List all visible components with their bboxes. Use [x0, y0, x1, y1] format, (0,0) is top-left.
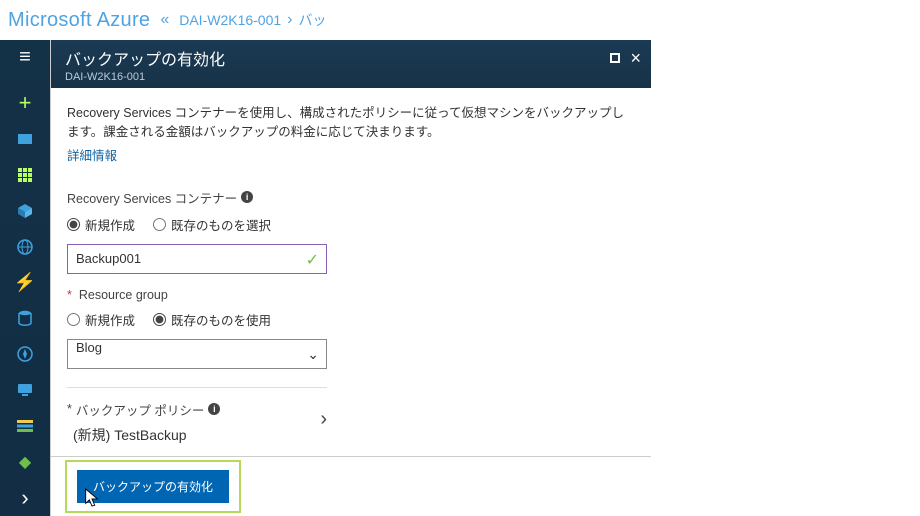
info-icon[interactable]: i — [241, 191, 253, 203]
nav-expand-icon[interactable]: › — [0, 480, 50, 516]
nav-monitor-icon[interactable] — [0, 372, 50, 408]
nav-create-icon[interactable]: + — [0, 85, 50, 121]
nav-sql-icon[interactable] — [0, 301, 50, 337]
container-radio-new[interactable]: 新規作成 — [67, 215, 135, 234]
blade-subtitle: DAI-W2K16-001 — [65, 71, 637, 83]
nav-compass-icon[interactable] — [0, 336, 50, 372]
container-radio-new-label: 新規作成 — [85, 215, 135, 234]
top-bar: Microsoft Azure « DAI-W2K16-001 › バッ — [0, 0, 920, 40]
policy-label-text: バックアップ ポリシー — [76, 400, 204, 419]
rg-label-text: Resource group — [79, 288, 168, 302]
required-asterisk: * — [67, 402, 72, 416]
info-icon[interactable]: i — [208, 403, 220, 415]
details-link[interactable]: 詳細情報 — [67, 145, 117, 164]
policy-value: (新規) TestBackup — [67, 425, 327, 445]
container-radio-new-input[interactable] — [67, 218, 80, 231]
backup-enable-blade: バックアップの有効化 DAI-W2K16-001 × Recovery Serv… — [50, 40, 651, 516]
restore-window-icon[interactable] — [610, 50, 620, 66]
breadcrumb-truncated[interactable]: バッ — [299, 10, 327, 30]
breadcrumb-collapse-icon[interactable]: « — [160, 11, 169, 29]
rg-select-wrap: Blog ⌄ — [67, 339, 327, 369]
left-nav: ≡ + ⚡ ◆ › — [0, 40, 50, 516]
blank-area — [651, 40, 920, 516]
container-label: Recovery Services コンテナー i — [67, 188, 635, 207]
brand-label[interactable]: Microsoft Azure — [8, 9, 150, 32]
close-icon[interactable]: × — [630, 53, 641, 63]
rg-radio-existing[interactable]: 既存のものを使用 — [153, 310, 271, 329]
rg-select[interactable]: Blog — [67, 339, 327, 369]
container-label-text: Recovery Services コンテナー — [67, 188, 237, 207]
enable-button-highlight: バックアップの有効化 — [65, 460, 241, 513]
rg-select-value: Blog — [76, 340, 102, 355]
nav-functions-icon[interactable]: ⚡ — [0, 265, 50, 301]
container-name-wrap: ✓ — [67, 244, 327, 274]
nav-diamond-icon[interactable]: ◆ — [0, 444, 50, 480]
policy-label: * バックアップ ポリシー i — [67, 400, 327, 419]
container-radio-existing-label: 既存のものを選択 — [171, 215, 271, 234]
hamburger-icon[interactable]: ≡ — [19, 46, 31, 69]
nav-list-icon[interactable] — [0, 408, 50, 444]
container-radio-existing-input[interactable] — [153, 218, 166, 231]
rg-radio-existing-input[interactable] — [153, 313, 166, 326]
container-name-input[interactable] — [67, 244, 327, 274]
backup-policy-row[interactable]: * バックアップ ポリシー i (新規) TestBackup › — [67, 387, 327, 445]
rg-radio-new[interactable]: 新規作成 — [67, 310, 135, 329]
rg-label: * Resource group — [67, 288, 635, 302]
rg-radio-group: 新規作成 既存のものを使用 — [67, 310, 635, 329]
breadcrumb-separator-icon: › — [287, 11, 292, 29]
container-radio-group: 新規作成 既存のものを選択 — [67, 215, 635, 234]
rg-radio-new-input[interactable] — [67, 313, 80, 326]
nav-dashboard-icon[interactable] — [0, 121, 50, 157]
chevron-right-icon: › — [320, 408, 327, 431]
blade-title: バックアップの有効化 — [65, 46, 637, 70]
blade-body: Recovery Services コンテナーを使用し、構成されたポリシーに従っ… — [51, 88, 651, 456]
rg-radio-new-label: 新規作成 — [85, 310, 135, 329]
intro-text: Recovery Services コンテナーを使用し、構成されたポリシーに従っ… — [67, 104, 635, 143]
nav-allservices-icon[interactable] — [0, 157, 50, 193]
nav-cube-icon[interactable] — [0, 193, 50, 229]
breadcrumb-root[interactable]: DAI-W2K16-001 — [179, 12, 281, 28]
required-asterisk: * — [67, 288, 72, 302]
rg-radio-existing-label: 既存のものを使用 — [171, 310, 271, 329]
blade-footer: バックアップの有効化 — [51, 456, 651, 516]
container-radio-existing[interactable]: 既存のものを選択 — [153, 215, 271, 234]
blade-header: バックアップの有効化 DAI-W2K16-001 × — [51, 40, 651, 88]
enable-backup-button[interactable]: バックアップの有効化 — [77, 470, 229, 503]
nav-globe-icon[interactable] — [0, 229, 50, 265]
